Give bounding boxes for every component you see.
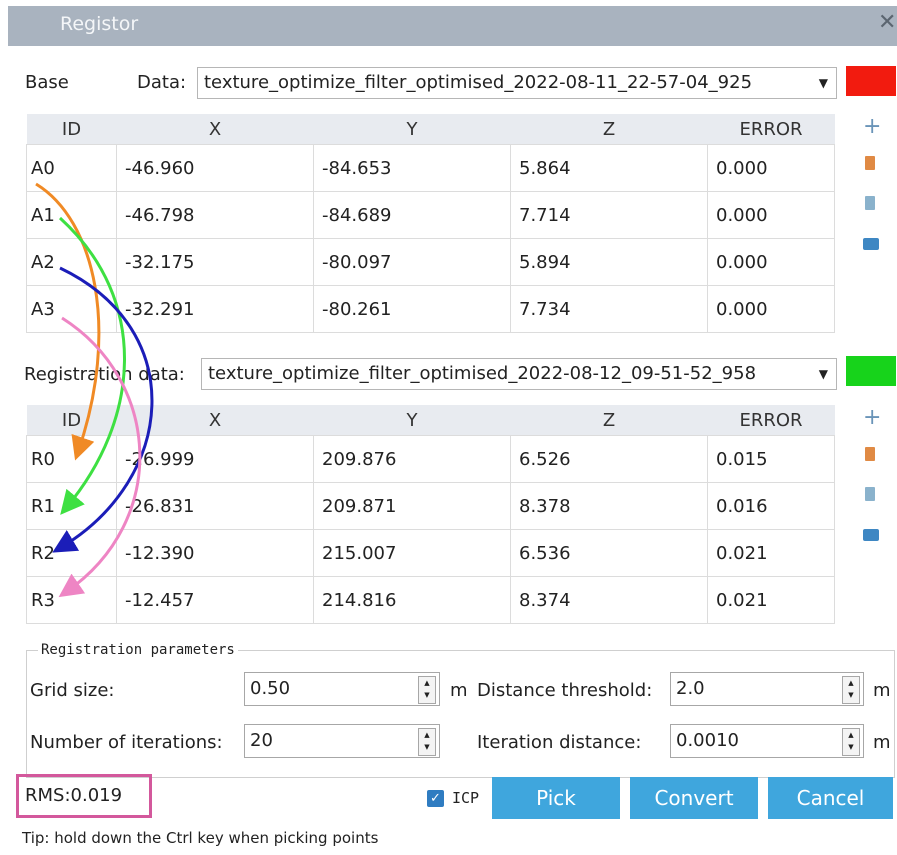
spin-arrows-icon[interactable]: ▲ ▼ bbox=[842, 676, 860, 704]
iteration-distance-spinbox[interactable]: 0.0010 ▲ ▼ bbox=[670, 724, 864, 758]
spin-arrows-icon[interactable]: ▲ ▼ bbox=[418, 676, 436, 704]
cancel-button[interactable]: Cancel bbox=[768, 777, 893, 819]
arrow-a1-to-r1 bbox=[58, 216, 126, 515]
iterations-spinbox[interactable]: 20 ▲ ▼ bbox=[244, 724, 440, 758]
grid-size-value: 0.50 bbox=[250, 678, 291, 699]
iteration-distance-value: 0.0010 bbox=[676, 730, 739, 751]
iterations-label: Number of iterations: bbox=[30, 732, 223, 753]
convert-button[interactable]: Convert bbox=[630, 777, 758, 819]
grid-size-label: Grid size: bbox=[30, 680, 115, 701]
iterations-value: 20 bbox=[250, 730, 273, 751]
icp-checkbox[interactable]: ✓ bbox=[427, 790, 444, 807]
spin-arrows-icon[interactable]: ▲ ▼ bbox=[418, 728, 436, 756]
pick-button[interactable]: Pick bbox=[492, 777, 620, 819]
grid-size-unit: m bbox=[450, 680, 468, 701]
distance-threshold-value: 2.0 bbox=[676, 678, 705, 699]
distance-threshold-unit: m bbox=[873, 680, 891, 701]
iteration-distance-unit: m bbox=[873, 732, 891, 753]
rms-readout: RMS:0.019 bbox=[16, 774, 152, 818]
icp-label: ICP bbox=[452, 789, 480, 807]
registration-parameters-group bbox=[26, 650, 895, 778]
grid-size-spinbox[interactable]: 0.50 ▲ ▼ bbox=[244, 672, 440, 706]
arrow-a2-to-r2 bbox=[52, 266, 154, 553]
tip-text: Tip: hold down the Ctrl key when picking… bbox=[22, 829, 379, 847]
spin-arrows-icon[interactable]: ▲ ▼ bbox=[842, 728, 860, 756]
iteration-distance-label: Iteration distance: bbox=[477, 732, 642, 753]
distance-threshold-spinbox[interactable]: 2.0 ▲ ▼ bbox=[670, 672, 864, 706]
distance-threshold-label: Distance threshold: bbox=[477, 680, 653, 701]
registration-parameters-legend: Registration parameters bbox=[38, 642, 238, 658]
